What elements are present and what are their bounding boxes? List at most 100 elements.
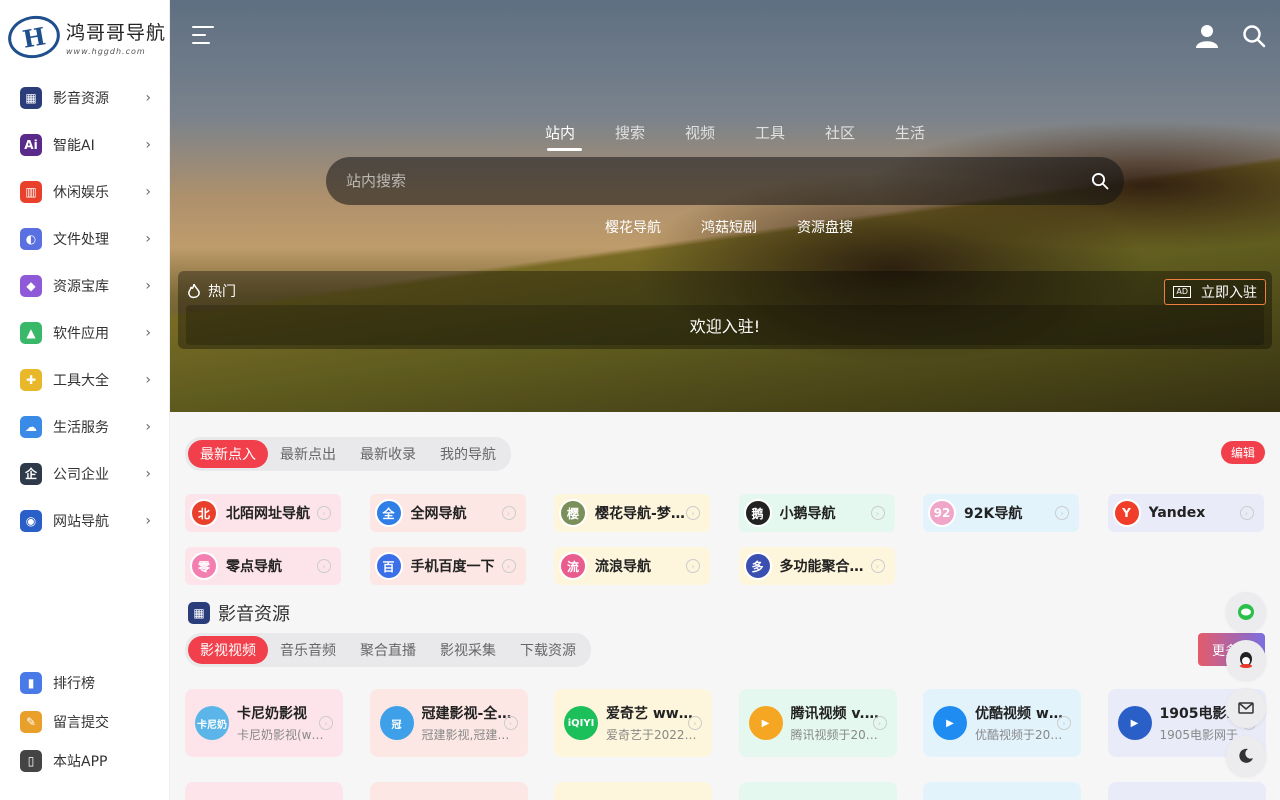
theme-toggle-icon[interactable] [1226, 736, 1266, 776]
globe-icon: ◉ [20, 509, 42, 532]
site-card[interactable]: 全全网导航 › [369, 494, 526, 532]
site-card[interactable]: 北北陌网址导航 › [185, 494, 341, 532]
user-icon[interactable] [1196, 24, 1220, 48]
media-card-next-row[interactable] [554, 782, 712, 800]
sidebar-bottom-item-1[interactable]: ▮ 排行榜 [0, 663, 169, 702]
chevron-right-icon: › [145, 465, 151, 482]
tools-icon: ✚ [20, 368, 42, 391]
search-icon[interactable] [1242, 24, 1266, 48]
hero-banner: 站内搜索视频工具社区生活 樱花导航 鸿菇短剧 资源盘搜 热门 AD 立即入驻 欢迎入… [170, 0, 1280, 412]
company-icon: 企 [20, 462, 42, 485]
site-logo-icon: 樱 [559, 499, 587, 527]
sidebar-bottom-nav: ▮ 排行榜 ✎ 留言提交 ▯ 本站APP [0, 663, 169, 780]
menu-toggle-icon[interactable] [192, 26, 214, 46]
media-logo-icon: iQIYI [564, 706, 598, 740]
pill-tab[interactable]: 最新收录 [348, 440, 428, 468]
media-logo-icon: ▶ [748, 706, 783, 740]
arrow-right-icon: › [503, 716, 518, 730]
media-card-title: 卡尼奶影视 [237, 706, 307, 722]
quick-link[interactable]: 樱花导航 [605, 217, 661, 237]
wechat-icon[interactable] [1226, 592, 1266, 632]
quick-link[interactable]: 鸿菇短剧 [701, 217, 757, 237]
search-tab[interactable]: 视频 [665, 122, 735, 151]
chevron-right-icon: › [145, 512, 151, 529]
quick-link[interactable]: 资源盘搜 [797, 217, 853, 237]
pill-tab[interactable]: 最新点入 [188, 440, 268, 468]
logo-mark-icon: H [4, 11, 64, 63]
pill-tab[interactable]: 影视视频 [188, 636, 268, 664]
sidebar-item-label: 智能AI [53, 137, 95, 154]
edit-button[interactable]: 编辑 [1220, 441, 1265, 464]
diamond-icon: ◆ [20, 274, 42, 297]
logo-title: 鸿哥哥导航 [66, 22, 167, 44]
media-card[interactable]: 冠冠建影视-全网视频在线冠建影视,冠建影视...› [369, 689, 528, 757]
site-card[interactable]: 零零点导航 › [185, 547, 341, 585]
sidebar-item-label: 影音资源 [53, 90, 109, 107]
search-submit-icon[interactable] [1076, 157, 1124, 205]
media-card-next-row[interactable] [923, 782, 1081, 800]
search-tab[interactable]: 生活 [875, 122, 945, 151]
site-logo[interactable]: H 鸿哥哥导航 www.hggdh.com [0, 0, 169, 74]
media-card[interactable]: 卡尼奶卡尼奶影视卡尼奶影视(www...› [185, 689, 343, 757]
search-tab[interactable]: 站内 [525, 122, 595, 151]
site-card[interactable]: 流流浪导航 › [554, 547, 710, 585]
sidebar-item-4[interactable]: ◐ 文件处理 › [0, 215, 169, 262]
search-tab[interactable]: 工具 [735, 122, 805, 151]
sidebar-item-10[interactable]: ◉ 网站导航 › [0, 497, 169, 544]
sidebar-item-7[interactable]: ✚ 工具大全 › [0, 356, 169, 403]
pill-tab[interactable]: 影视采集 [428, 636, 508, 664]
sidebar-bottom-item-3[interactable]: ▯ 本站APP [0, 741, 169, 780]
site-card[interactable]: 鹅小鹅导航 › [738, 494, 895, 532]
sidebar-item-label: 留言提交 [53, 714, 109, 731]
android-icon: ▲ [20, 321, 42, 344]
search-tab[interactable]: 搜索 [595, 122, 665, 151]
search-tab[interactable]: 社区 [805, 122, 875, 151]
site-card[interactable]: 92 92K导航 › [923, 494, 1079, 532]
media-card[interactable]: ▶ 优酷视频 www.youku.com 优酷视频于2013...› [923, 689, 1081, 757]
site-logo-icon: 北 [190, 499, 218, 527]
pill-tab[interactable]: 聚合直播 [348, 636, 428, 664]
email-icon[interactable] [1226, 688, 1266, 728]
sidebar-item-6[interactable]: ▲ 软件应用 › [0, 309, 169, 356]
pill-tab[interactable]: 最新点出 [268, 440, 348, 468]
site-card[interactable]: 百手机百度一下 › [369, 547, 526, 585]
welcome-banner[interactable]: 欢迎入驻! [186, 305, 1264, 345]
media-card-next-row[interactable] [185, 782, 343, 800]
pill-tab[interactable]: 我的导航 [428, 440, 508, 468]
site-name: 零点导航 [226, 559, 282, 575]
site-logo-icon: 流 [559, 552, 587, 580]
site-name: 北陌网址导航 [226, 506, 310, 522]
arrow-right-icon: › [319, 716, 333, 730]
site-logo-icon: 鹅 [743, 499, 772, 527]
sidebar-bottom-item-2[interactable]: ✎ 留言提交 [0, 702, 169, 741]
pill-tab[interactable]: 下载资源 [508, 636, 588, 664]
media-card[interactable]: ▶ 腾讯视频 v.qq.com 腾讯视频于2018...› [738, 689, 897, 757]
site-card[interactable]: 樱樱花导航-梦开始的地方› [554, 494, 710, 532]
media-card-desc: 冠建影视,冠建影视... [421, 728, 514, 742]
sidebar-item-2[interactable]: Ai 智能AI › [0, 121, 169, 168]
media-card-title: 冠建影视-全网视频在线 [421, 706, 514, 722]
sidebar-nav: ▦ 影音资源 › Ai 智能AI › ▥ 休闲娱乐 › ◐ 文件处理 › ◆ 资源宝库 › ▲ 软件应用 › ✚ 工具… [0, 74, 169, 544]
sidebar-item-8[interactable]: ☁ 生活服务 › [0, 403, 169, 450]
chevron-right-icon: › [145, 89, 151, 106]
join-button[interactable]: AD 立即入驻 [1164, 279, 1266, 305]
site-card[interactable]: 多多功能聚合影音 › [738, 547, 895, 585]
site-logo-icon: 零 [190, 552, 218, 580]
sidebar-item-1[interactable]: ▦ 影音资源 › [0, 74, 169, 121]
media-card-next-row[interactable] [738, 782, 897, 800]
arrow-right-icon: › [686, 506, 700, 520]
sidebar-item-9[interactable]: 企公司企业 › [0, 450, 169, 497]
clapperboard-icon: ▦ [20, 86, 42, 109]
sidebar-item-label: 资源宝库 [53, 278, 109, 295]
media-tabs: 影视视频 音乐音频 聚合直播 影视采集 下载资源 [185, 633, 591, 667]
pill-tab[interactable]: 音乐音频 [268, 636, 348, 664]
media-card-next-row[interactable] [369, 782, 528, 800]
search-input[interactable] [346, 172, 1076, 190]
sidebar-item-3[interactable]: ▥ 休闲娱乐 › [0, 168, 169, 215]
sidebar-item-5[interactable]: ◆ 资源宝库 › [0, 262, 169, 309]
site-card[interactable]: Y Yandex › [1107, 494, 1264, 532]
qq-icon[interactable] [1226, 640, 1266, 680]
media-card[interactable]: iQIYI 爱奇艺 www.iqiyi.com 爱奇艺于2022年...› [554, 689, 712, 757]
site-logo-icon: 百 [374, 552, 403, 580]
media-card-next-row[interactable] [1107, 782, 1266, 800]
